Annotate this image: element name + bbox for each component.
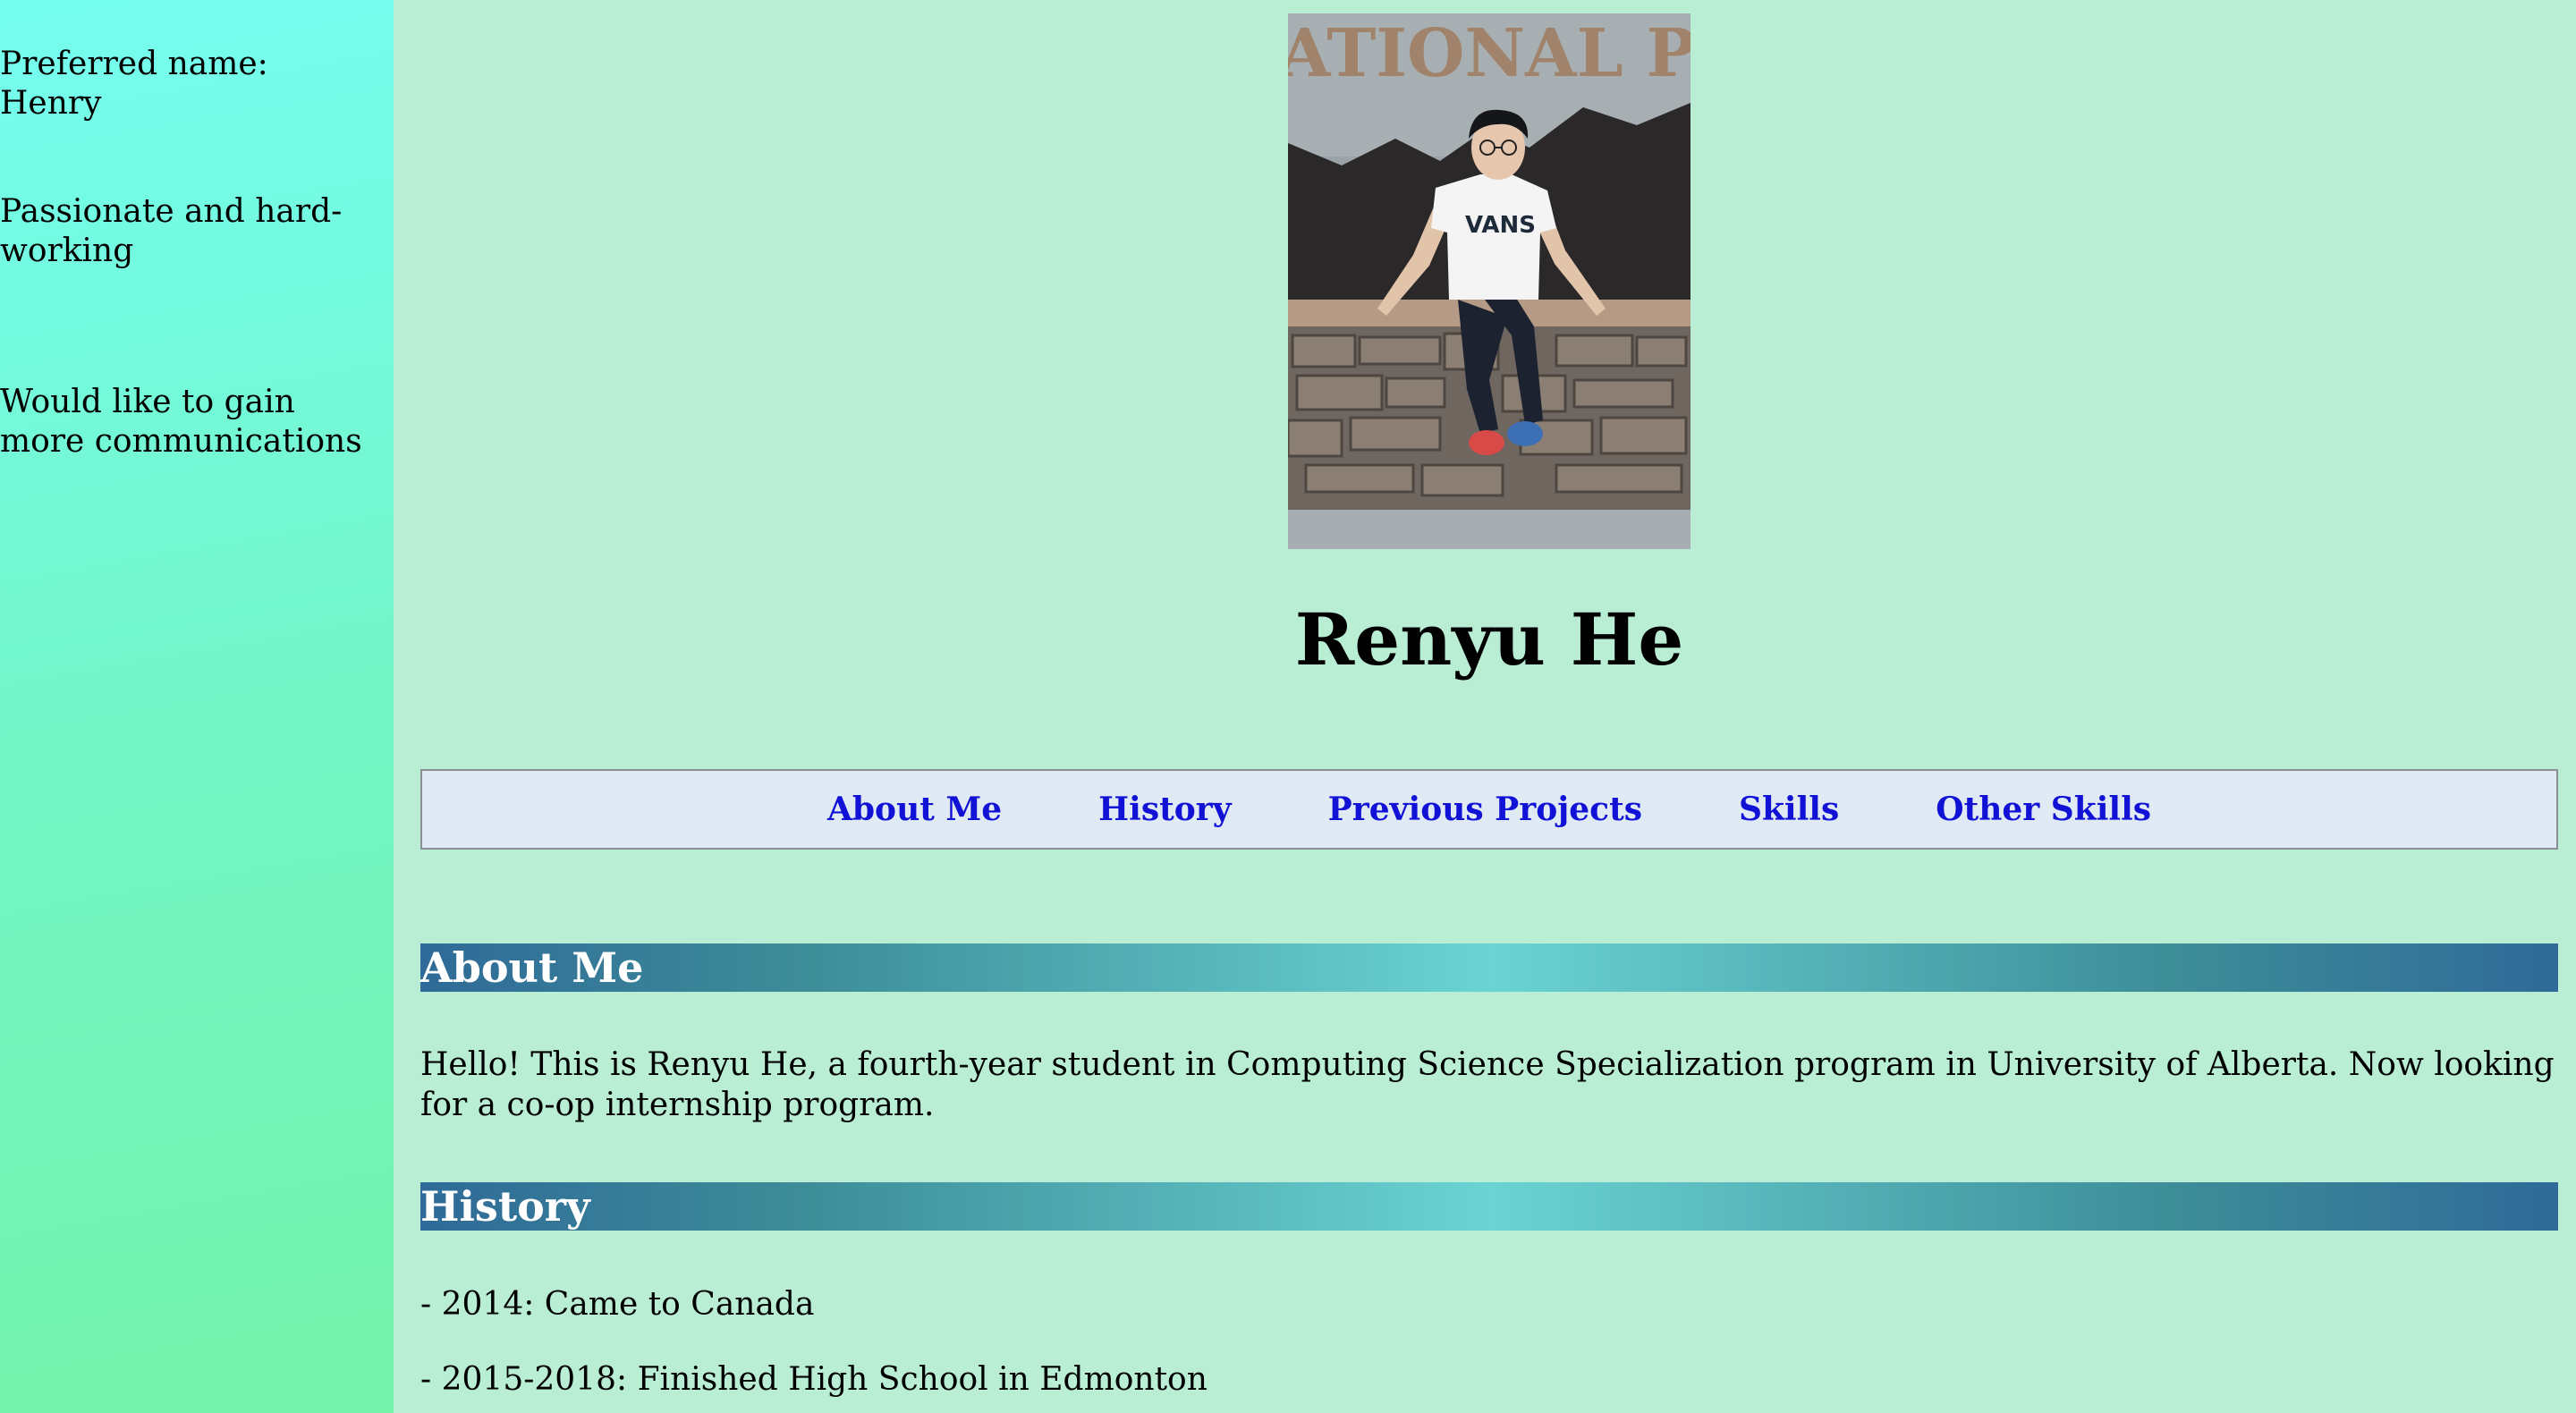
profile-photo: ATIONAL PE <box>1288 13 1690 549</box>
nav-link-about-me[interactable]: About Me <box>827 791 1002 828</box>
about-me-heading: About Me <box>420 943 2558 992</box>
preferred-name-text: Preferred name: Henry <box>0 46 268 122</box>
shirt-logo: VANS <box>1465 212 1536 239</box>
about-me-text: Hello! This is Renyu He, a fourth-year s… <box>420 1046 2555 1123</box>
nav-link-history[interactable]: History <box>1098 791 1231 828</box>
goal-text: Would like to gain more communications <box>0 384 362 460</box>
nav-link-previous-projects[interactable]: Previous Projects <box>1328 791 1642 828</box>
history-item: - 2014: Came to Canada <box>420 1286 815 1323</box>
sign-text: ATIONAL PE <box>1288 15 1690 92</box>
main-content: ATIONAL PE <box>420 0 2558 1413</box>
nav-link-skills[interactable]: Skills <box>1739 791 1839 828</box>
trait-text: Passionate and hard-working <box>0 193 343 269</box>
nav-link-other-skills[interactable]: Other Skills <box>1936 791 2151 828</box>
sidebar: Preferred name: Henry Passionate and har… <box>0 0 394 1413</box>
history-item: - 2015-2018: Finished High School in Edm… <box>420 1361 1208 1398</box>
page-title: Renyu He <box>1294 597 1684 681</box>
nav-bar: About Me History Previous Projects Skill… <box>420 769 2558 850</box>
history-heading: History <box>420 1182 2558 1231</box>
